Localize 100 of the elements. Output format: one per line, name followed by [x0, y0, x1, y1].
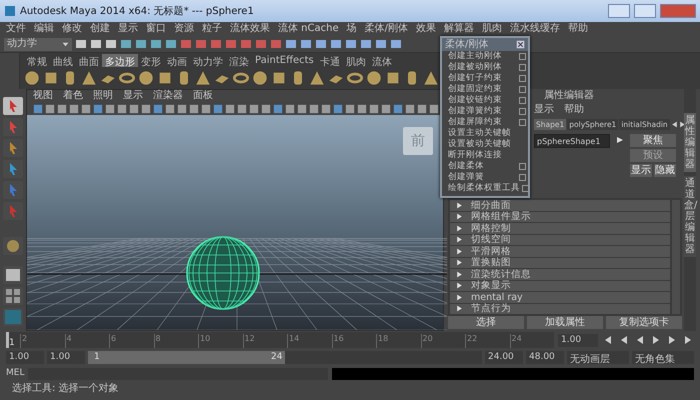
collapsible-section[interactable]: mental ray	[450, 292, 670, 302]
torus-icon[interactable]	[119, 70, 135, 86]
menu-item[interactable]: 设置被动关键帧	[442, 139, 528, 150]
menu-item[interactable]: 窗口	[146, 24, 166, 34]
expand-arrow-icon[interactable]	[456, 248, 463, 255]
menu-item[interactable]: 流水线缓存	[510, 24, 560, 34]
range-slider[interactable]: 1 24	[88, 351, 482, 364]
option-box-icon[interactable]	[519, 86, 526, 93]
menu-item[interactable]: 显示	[118, 24, 138, 34]
torus-icon[interactable]	[347, 70, 363, 86]
option-box-icon[interactable]	[519, 108, 526, 115]
menu-item[interactable]: 帮助	[564, 105, 584, 115]
cone-icon[interactable]	[81, 70, 97, 86]
tool-icon[interactable]	[135, 38, 147, 50]
sphere-icon[interactable]	[252, 70, 268, 86]
side-tab[interactable]: 属性编辑器	[684, 113, 696, 172]
tool-icon[interactable]	[330, 38, 342, 50]
menu-item[interactable]: 创建主动刚体	[442, 51, 528, 62]
expand-arrow-icon[interactable]	[456, 213, 463, 220]
maximize-button[interactable]	[634, 4, 656, 18]
start-field[interactable]: 1.00	[6, 351, 44, 364]
cube-icon[interactable]	[157, 70, 173, 86]
menu-item[interactable]: 创建弹簧约束	[442, 106, 528, 117]
shelf-tab[interactable]: 常规	[24, 54, 50, 66]
option-box-icon[interactable]	[519, 119, 526, 126]
shelf-tab[interactable]: 变形	[138, 54, 164, 66]
side-tab[interactable]: 通道盒/层编辑器	[684, 176, 696, 257]
panel-menu-item[interactable]: 面板	[193, 91, 213, 101]
shelf-tab[interactable]: 流体	[368, 54, 395, 66]
tool-icon[interactable]	[315, 38, 327, 50]
menu-item[interactable]: 创建固定约束	[442, 84, 528, 95]
menu-item[interactable]: 场	[346, 24, 357, 34]
cone-icon[interactable]	[309, 70, 325, 86]
cone-icon[interactable]	[423, 70, 439, 86]
close-icon[interactable]	[516, 40, 525, 49]
node-name-field[interactable]: pSphereShape1	[534, 134, 610, 148]
sphere-icon[interactable]	[24, 70, 40, 86]
shelf-tab[interactable]: 动画	[164, 54, 190, 66]
option-box-icon[interactable]	[519, 163, 526, 170]
panel-button[interactable]: 聚焦	[630, 134, 676, 147]
sphere-drawing[interactable]	[185, 235, 261, 311]
cone-icon[interactable]	[195, 70, 211, 86]
playback-start-field[interactable]: 1.00	[47, 351, 85, 364]
collapsible-section[interactable]: 对象显示	[450, 280, 670, 291]
option-box-icon[interactable]	[519, 174, 526, 181]
expand-arrow-icon[interactable]	[456, 305, 463, 312]
current-time-field[interactable]: 1.00	[558, 334, 598, 346]
panel-menu-item[interactable]: 视图	[33, 91, 53, 101]
torus-icon[interactable]	[233, 70, 249, 86]
shelf-tab[interactable]: 卡通	[316, 54, 343, 66]
character-set-dropdown[interactable]: 无角色集	[632, 351, 694, 364]
tool-icon[interactable]	[3, 139, 23, 157]
expand-arrow-icon[interactable]	[456, 259, 463, 266]
menu-item[interactable]: 修改	[62, 24, 82, 34]
expand-arrow-icon[interactable]	[456, 224, 463, 232]
menu-item[interactable]: 资源	[174, 24, 194, 34]
panel-menu-item[interactable]: 照明	[93, 91, 113, 101]
menu-item[interactable]: 帮助	[568, 24, 588, 34]
anim-layer-dropdown[interactable]: 无动画层	[567, 351, 629, 364]
menu-item[interactable]: 创建被动刚体	[442, 62, 528, 73]
tool-icon[interactable]	[360, 38, 372, 50]
expand-arrow-icon[interactable]	[456, 282, 463, 290]
shelf-tab[interactable]: 动力学	[190, 54, 226, 66]
shelf-tab[interactable]: 曲线	[50, 54, 76, 66]
panel-button[interactable]: 隐藏	[654, 164, 676, 177]
panel-menu-item[interactable]: 显示	[123, 91, 143, 101]
tool-icon[interactable]	[300, 38, 312, 50]
tool-icon[interactable]	[3, 97, 23, 115]
menu-item[interactable]: 效果	[416, 24, 436, 34]
expand-arrow-icon[interactable]	[456, 202, 463, 209]
end-field[interactable]: 48.00	[526, 351, 564, 364]
collapsible-section[interactable]: 细分曲面	[450, 200, 670, 210]
option-box-icon[interactable]	[519, 64, 526, 71]
tool-icon[interactable]	[345, 38, 357, 50]
panel-button[interactable]: 选择	[448, 316, 524, 329]
option-box-icon[interactable]	[519, 75, 526, 82]
mode-dropdown[interactable]: 动力学	[4, 38, 72, 50]
tool-icon[interactable]	[375, 38, 387, 50]
menu-item[interactable]: 创建	[90, 24, 110, 34]
menu-item[interactable]: 断开刚体连接	[442, 150, 528, 161]
menu-item[interactable]: 柔体/刚体	[364, 24, 408, 34]
collapsible-section[interactable]: 网格控制	[450, 223, 670, 234]
cube-icon[interactable]	[43, 70, 59, 86]
menu-item[interactable]: 创建柔体	[442, 161, 528, 172]
menu-item[interactable]: 创建屏障约束	[442, 117, 528, 128]
menu-item[interactable]: 绘制柔体权重工具	[442, 183, 528, 194]
current-time-marker[interactable]	[6, 332, 9, 348]
shelf-tab[interactable]: 多边形	[102, 54, 138, 66]
tool-icon[interactable]	[165, 38, 177, 50]
menu-item[interactable]: 肌肉	[482, 24, 502, 34]
layout-icon[interactable]	[3, 287, 23, 305]
tool-icon[interactable]	[90, 38, 102, 50]
menu-item[interactable]: 创建钉子约束	[442, 73, 528, 84]
sphere-icon[interactable]	[366, 70, 382, 86]
cube-icon[interactable]	[271, 70, 287, 86]
collapsible-section[interactable]: 平滑网格	[450, 246, 670, 256]
tool-icon[interactable]	[120, 38, 132, 50]
menu-item[interactable]: 文件	[6, 24, 26, 34]
menu-item[interactable]: 编辑	[34, 24, 54, 34]
layout-icon[interactable]	[3, 266, 23, 284]
